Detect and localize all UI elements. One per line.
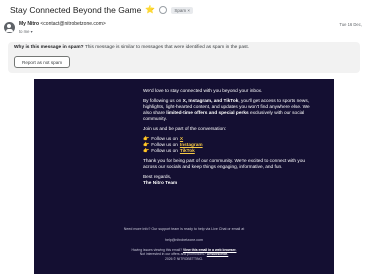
- intro-paragraph: We'd love to stay connected with you bey…: [143, 89, 263, 94]
- email-content: We'd love to stay connected with you bey…: [143, 89, 319, 187]
- view-in-browser-link[interactable]: View this email in a web browser.: [183, 248, 236, 252]
- sender: My Nitro <contact@nitrobetzone.com>: [19, 21, 106, 27]
- legal-text: Not interested in our offers and promoti…: [139, 252, 207, 257]
- spam-reason-lead: Why is this message in spam?: [14, 45, 84, 50]
- team-name: The Nitro Team: [143, 181, 178, 187]
- follow-item-tiktok: 👉 Follow us on TikTok: [143, 147, 319, 155]
- email-date: Tue 16 Dec,: [339, 22, 362, 27]
- copyright-text: 2026 © NITROBETTING.: [164, 256, 204, 261]
- pointing-hand-icon: 👉: [143, 147, 150, 154]
- email-body: We'd love to stay connected with you bey…: [34, 79, 334, 274]
- text-span: By following us on: [143, 99, 183, 105]
- support-email-link[interactable]: help@nitrobetzone.com: [34, 238, 334, 242]
- text-bold: limited-time offers and special perks: [166, 110, 249, 116]
- thanks-paragraph: Thank you for being part of our communit…: [143, 159, 306, 170]
- unsubscribe-link[interactable]: Unsubscribe.: [207, 252, 228, 256]
- email-subject: Stay Connected Beyond the Game: [10, 5, 142, 15]
- follow-prefix: Follow us on: [151, 148, 178, 154]
- sender-address: <contact@nitrobetzone.com>: [40, 21, 106, 27]
- signature: Best regards, The Nitro Team: [143, 175, 319, 187]
- legal-footer: Having issues viewing this email? View t…: [34, 248, 334, 261]
- regards-text: Best regards,: [143, 175, 172, 181]
- legal-text: Having issues viewing this email?: [131, 248, 183, 252]
- sender-row: My Nitro <contact@nitrobetzone.com> to m…: [4, 21, 364, 37]
- snooze-icon[interactable]: [159, 6, 168, 14]
- spam-reason-text: This message is similar to messages that…: [83, 45, 250, 50]
- subject-row: Stay Connected Beyond the Game ⭐ Spam ×: [10, 2, 193, 18]
- spam-reason: Why is this message in spam? This messag…: [14, 45, 249, 50]
- sender-name[interactable]: My Nitro: [19, 21, 39, 27]
- star-icon: ⭐: [145, 5, 156, 14]
- avatar[interactable]: [4, 22, 15, 33]
- recipient-toggle[interactable]: to me ▾: [19, 29, 33, 34]
- follow-list: 👉 Follow us on X 👉 Follow us on Instagra…: [143, 136, 319, 155]
- report-not-spam-button[interactable]: Report as not spam: [14, 56, 71, 68]
- follow-tiktok-link[interactable]: TikTok: [180, 149, 195, 155]
- social-paragraph: By following us on X, Instagram, and Tik…: [143, 99, 319, 122]
- spam-label-badge[interactable]: Spam ×: [171, 6, 193, 14]
- spam-warning-banner: Why is this message in spam? This messag…: [8, 42, 360, 73]
- text-bold: X, Instagram, and TikTok: [182, 99, 239, 105]
- support-note: Need more info? Our support team is read…: [123, 227, 245, 231]
- join-paragraph: Join us and be part of the conversation:: [143, 126, 227, 132]
